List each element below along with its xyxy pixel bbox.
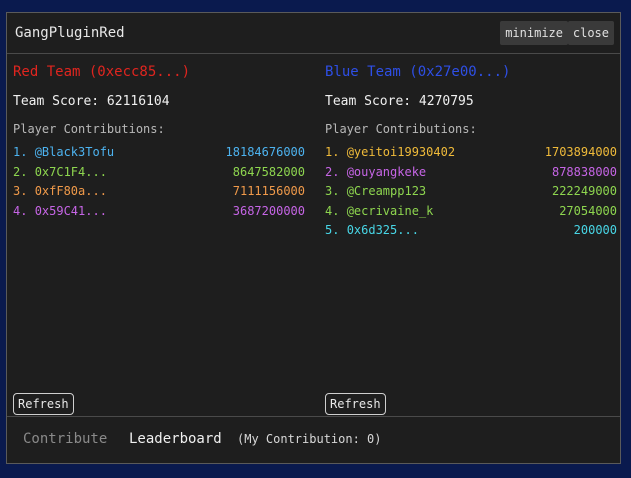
minimize-button[interactable]: minimize bbox=[500, 21, 568, 45]
player-label: 1. @yeitoi19930402 bbox=[325, 145, 455, 165]
player-rank: 2. bbox=[13, 164, 28, 179]
player-label: 2. 0x7C1F4... bbox=[13, 165, 107, 185]
blue-refresh-button[interactable]: Refresh bbox=[325, 393, 386, 415]
window-title: GangPluginRed bbox=[15, 25, 125, 41]
player-rank: 1. bbox=[13, 145, 28, 159]
player-amount: 8647582000 bbox=[232, 164, 305, 179]
player-rank: 1. bbox=[325, 145, 340, 159]
my-contribution-text: (My Contribution: 0) bbox=[237, 432, 382, 446]
red-team-score: Team Score: 62116104 bbox=[13, 94, 170, 109]
blue-player-list: 1. @yeitoi19930402 1703894000 2. @ouyangke… bbox=[325, 145, 617, 243]
player-name: 0xfF80a... bbox=[34, 184, 107, 198]
red-refresh-button[interactable]: Refresh bbox=[13, 393, 74, 415]
player-label: 3. 0xfF80a... bbox=[13, 184, 107, 204]
player-row: 3. 0xfF80a... 7111156000 bbox=[13, 184, 305, 204]
tab-leaderboard[interactable]: Leaderboard bbox=[129, 431, 222, 447]
player-row: 4. @ecrivaine_k 27054000 bbox=[325, 204, 617, 224]
player-label: 4. 0x59C41... bbox=[13, 204, 107, 224]
player-label: 3. @Creampp123 bbox=[325, 184, 426, 204]
player-label: 2. @ouyangkeke bbox=[325, 165, 426, 185]
player-amount: 7111156000 bbox=[232, 184, 305, 198]
player-amount: 3687200000 bbox=[232, 203, 305, 218]
blue-contributions-label: Player Contributions: bbox=[325, 122, 477, 136]
player-name: 0x6d325... bbox=[346, 223, 419, 237]
player-amount: 222249000 bbox=[551, 184, 617, 198]
player-row: 5. 0x6d325... 200000 bbox=[325, 223, 617, 243]
player-amount: 27054000 bbox=[559, 203, 617, 218]
player-name: @Black3Tofu bbox=[34, 145, 115, 159]
player-name: @Creampp123 bbox=[346, 184, 427, 198]
player-label: 5. 0x6d325... bbox=[325, 223, 419, 243]
player-amount: 18184676000 bbox=[225, 145, 305, 159]
player-row: 3. @Creampp123 222249000 bbox=[325, 184, 617, 204]
player-label: 4. @ecrivaine_k bbox=[325, 204, 433, 224]
title-bar: GangPluginRed minimize close bbox=[7, 13, 620, 54]
player-rank: 4. bbox=[13, 203, 28, 218]
blue-team-panel: Blue Team (0x27e00...) Team Score: 42707… bbox=[325, 53, 625, 418]
player-row: 2. @ouyangkeke 878838000 bbox=[325, 165, 617, 185]
player-name: @yeitoi19930402 bbox=[346, 145, 456, 159]
player-rank: 3. bbox=[325, 184, 340, 198]
blue-team-score: Team Score: 4270795 bbox=[325, 94, 474, 109]
player-label: 1. @Black3Tofu bbox=[13, 145, 114, 165]
player-row: 4. 0x59C41... 3687200000 bbox=[13, 204, 305, 224]
player-amount: 878838000 bbox=[551, 164, 617, 179]
player-name: 0x59C41... bbox=[34, 203, 107, 218]
player-rank: 4. bbox=[325, 203, 340, 218]
player-amount: 200000 bbox=[573, 223, 617, 237]
red-team-name: Red Team (0xecc85...) bbox=[13, 64, 191, 80]
player-amount: 1703894000 bbox=[544, 145, 617, 159]
red-player-list: 1. @Black3Tofu 18184676000 2. 0x7C1F4... 86… bbox=[13, 145, 305, 223]
player-name: 0x7C1F4... bbox=[34, 164, 107, 179]
blue-team-name: Blue Team (0x27e00...) bbox=[325, 64, 511, 80]
player-row: 1. @Black3Tofu 18184676000 bbox=[13, 145, 305, 165]
player-row: 1. @yeitoi19930402 1703894000 bbox=[325, 145, 617, 165]
player-name: @ecrivaine_k bbox=[346, 203, 434, 218]
player-rank: 2. bbox=[325, 164, 340, 179]
footer-tabs: Contribute Leaderboard (My Contribution:… bbox=[7, 416, 620, 463]
player-rank: 3. bbox=[13, 184, 28, 198]
player-name: @ouyangkeke bbox=[346, 164, 427, 179]
close-button[interactable]: close bbox=[567, 21, 614, 45]
player-row: 2. 0x7C1F4... 8647582000 bbox=[13, 165, 305, 185]
red-team-panel: Red Team (0xecc85...) Team Score: 621161… bbox=[13, 53, 313, 418]
red-contributions-label: Player Contributions: bbox=[13, 122, 165, 136]
player-rank: 5. bbox=[325, 223, 340, 237]
tab-contribute[interactable]: Contribute bbox=[23, 431, 107, 447]
gang-plugin-window: GangPluginRed minimize close Red Team (0… bbox=[6, 12, 621, 464]
